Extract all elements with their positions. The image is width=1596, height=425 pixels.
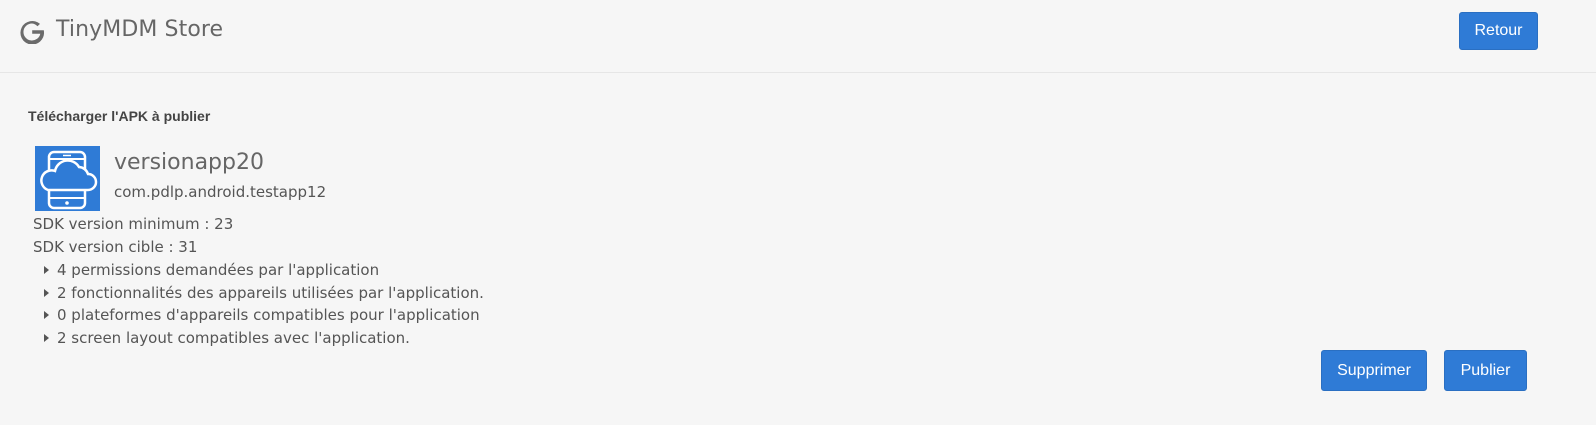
sdk-min-version: SDK version minimum : 23 bbox=[33, 215, 234, 233]
app-name: versionapp20 bbox=[114, 150, 264, 175]
caret-right-icon bbox=[44, 334, 49, 342]
delete-button[interactable]: Supprimer bbox=[1321, 350, 1427, 391]
caret-right-icon bbox=[44, 311, 49, 319]
screen-layouts-toggle[interactable]: 2 screen layout compatibles avec l'appli… bbox=[44, 329, 410, 347]
app-title: TinyMDM Store bbox=[56, 17, 224, 42]
detail-label: 2 fonctionnalités des appareils utilisée… bbox=[57, 284, 484, 302]
publish-button[interactable]: Publier bbox=[1444, 350, 1527, 391]
detail-label: 0 plateformes d'appareils compatibles po… bbox=[57, 306, 480, 324]
platforms-toggle[interactable]: 0 plateformes d'appareils compatibles po… bbox=[44, 306, 480, 324]
features-toggle[interactable]: 2 fonctionnalités des appareils utilisée… bbox=[44, 284, 484, 302]
cloud-phone-icon bbox=[35, 146, 100, 211]
back-button[interactable]: Retour bbox=[1459, 12, 1538, 50]
permissions-toggle[interactable]: 4 permissions demandées par l'applicatio… bbox=[44, 261, 379, 279]
detail-label: 2 screen layout compatibles avec l'appli… bbox=[57, 329, 410, 347]
top-bar: TinyMDM Store Retour bbox=[0, 0, 1596, 73]
caret-right-icon bbox=[44, 289, 49, 297]
package-name: com.pdlp.android.testapp12 bbox=[114, 183, 327, 201]
google-g-icon bbox=[20, 20, 44, 44]
sdk-target-version: SDK version cible : 31 bbox=[33, 238, 198, 256]
detail-label: 4 permissions demandées par l'applicatio… bbox=[57, 261, 380, 279]
section-title: Télécharger l'APK à publier bbox=[28, 108, 211, 124]
caret-right-icon bbox=[44, 266, 49, 274]
